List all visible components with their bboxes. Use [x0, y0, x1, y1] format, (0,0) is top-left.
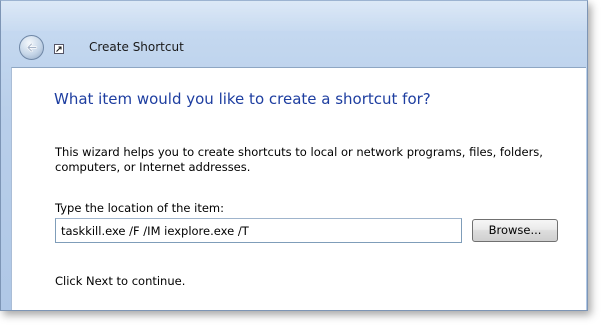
- back-button[interactable]: [19, 35, 44, 60]
- title-bar: Create Shortcut: [10, 30, 588, 64]
- location-input[interactable]: [55, 218, 462, 243]
- wizard-description: This wizard helps you to create shortcut…: [55, 145, 543, 174]
- wizard-content: What item would you like to create a sho…: [11, 67, 586, 310]
- window-title: Create Shortcut: [89, 40, 184, 54]
- browse-button[interactable]: Browse...: [472, 219, 558, 242]
- back-arrow-icon: [26, 42, 38, 53]
- screenshot-stage: Create Shortcut What item would you like…: [0, 0, 604, 328]
- page-title: What item would you like to create a sho…: [54, 90, 431, 108]
- continue-instruction: Click Next to continue.: [55, 274, 186, 288]
- shortcut-icon: [54, 44, 64, 54]
- location-label: Type the location of the item:: [55, 201, 225, 215]
